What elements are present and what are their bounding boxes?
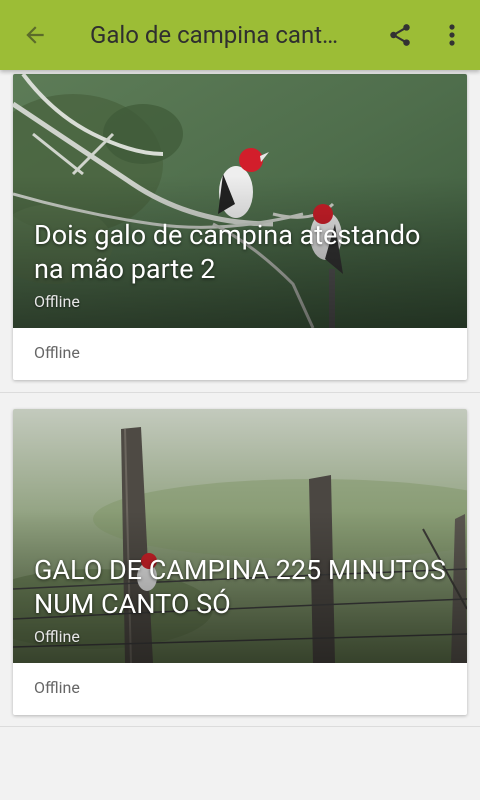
video-thumbnail[interactable]: Dois galo de campina atestando na mão pa… [13,74,467,328]
video-title: GALO DE CAMPINA 225 MINUTOS NUM CANTO SÓ [34,554,446,620]
more-vert-icon [449,24,455,46]
video-title: Dois galo de campina atestando na mão pa… [34,219,421,285]
page-title: Galo de campina cant… [90,21,339,49]
thumbnail-scrim [13,74,467,328]
back-button[interactable] [18,18,52,52]
card-footer-status: Offline [34,343,80,362]
thumbnail-scrim [13,409,467,663]
status-overlay: Offline [34,292,80,311]
video-card[interactable]: GALO DE CAMPINA 225 MINUTOS NUM CANTO SÓ… [13,409,467,715]
video-card[interactable]: Dois galo de campina atestando na mão pa… [13,74,467,380]
status-overlay: Offline [34,627,80,646]
share-icon [390,24,410,46]
card-footer-status: Offline [34,678,80,697]
overflow-menu-button[interactable] [438,18,466,52]
video-thumbnail[interactable]: GALO DE CAMPINA 225 MINUTOS NUM CANTO SÓ… [13,409,467,663]
share-button[interactable] [383,18,417,52]
divider [0,726,480,727]
divider [0,392,480,393]
app-bar: Galo de campina cant… [0,0,480,70]
arrow-back-icon [26,26,44,44]
